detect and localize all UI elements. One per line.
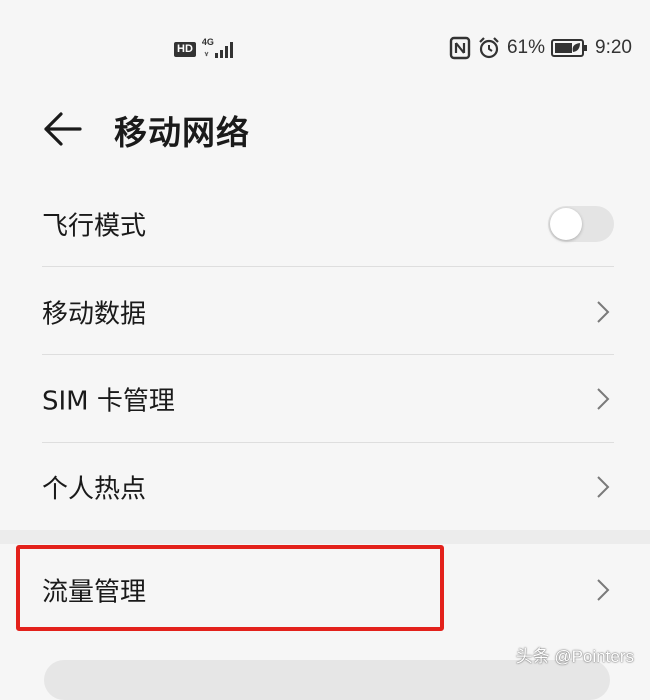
setting-row-mobile-data[interactable]: 移动数据	[42, 268, 614, 356]
setting-label-airplane-mode: 飞行模式	[42, 211, 147, 242]
signal-icon: 4G	[202, 37, 236, 60]
setting-label-sim-management: SIM 卡管理	[42, 386, 175, 417]
setting-label-mobile-data: 移动数据	[42, 299, 147, 330]
battery-icon	[551, 39, 588, 57]
chevron-right-icon	[597, 301, 610, 323]
watermark: 头条 @Pointers	[515, 647, 634, 666]
clock: 9:20	[595, 37, 632, 58]
status-right: 61% 9:20	[449, 36, 632, 60]
battery-percent: 61%	[506, 37, 546, 58]
setting-row-hotspot[interactable]: 个人热点	[42, 443, 614, 531]
settings-list: 飞行模式 移动数据 SIM 卡管理 个人热点	[0, 180, 650, 530]
arrow-left-icon[interactable]	[42, 110, 84, 148]
alarm-icon	[479, 37, 499, 59]
header: 移动网络	[0, 100, 650, 160]
hd-icon: HD	[174, 41, 196, 57]
status-bar: HD 4G 61% 9:20	[0, 0, 650, 100]
page-title: 移动网络	[114, 113, 250, 152]
airplane-mode-toggle[interactable]	[548, 206, 614, 242]
nfc-icon	[449, 36, 471, 60]
highlight-box	[16, 545, 444, 631]
status-left: HD 4G	[174, 37, 236, 60]
setting-label-hotspot: 个人热点	[42, 474, 147, 505]
divider	[42, 266, 614, 267]
chevron-right-icon	[597, 579, 610, 601]
setting-row-airplane-mode[interactable]: 飞行模式	[42, 180, 614, 268]
chevron-right-icon	[597, 388, 610, 410]
setting-row-sim-management[interactable]: SIM 卡管理	[42, 355, 614, 443]
toggle-knob	[550, 208, 582, 240]
section-separator	[0, 530, 650, 544]
chevron-right-icon	[597, 476, 610, 498]
